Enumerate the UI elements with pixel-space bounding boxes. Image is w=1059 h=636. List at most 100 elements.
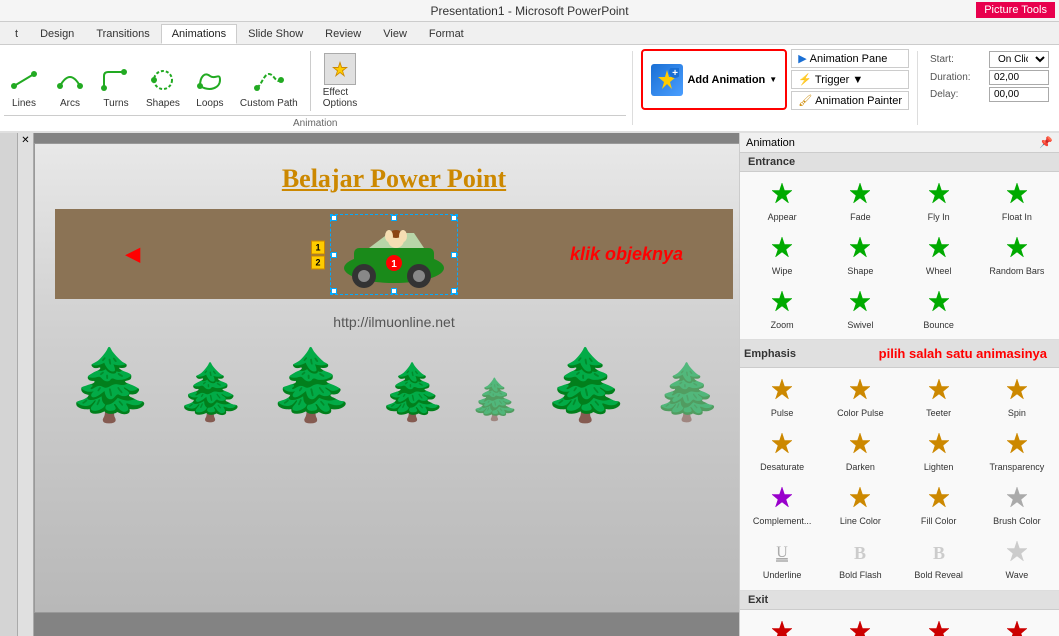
entrance-item-fly-in[interactable]: Fly In [901,176,977,228]
tab-slideshow[interactable]: Slide Show [237,24,314,44]
motion-path-lines[interactable]: Lines [4,62,44,111]
exit-section: Exit Disappear Fade Fly Out Float Out [740,591,1059,636]
animation-pane-button[interactable]: ▶ Animation Pane [791,49,909,68]
emphasis-section: Emphasis pilih salah satu animasinya Pul… [740,340,1059,590]
slide-background: Belajar Power Point ◀ 1 2 [35,144,739,612]
entrance-item-swivel[interactable]: Swivel [822,284,898,336]
exit-item-fly-out[interactable]: Fly Out [901,614,977,636]
emphasis-label-8: Complement... [753,516,812,527]
tab-animations[interactable]: Animations [161,24,237,44]
animation-painter-button[interactable]: 🖌 Animation Painter [791,91,909,110]
tab-review[interactable]: Review [314,24,372,44]
emphasis-star-11 [1004,485,1030,514]
lines-label: Lines [12,98,36,109]
motion-path-shapes[interactable]: Shapes [142,62,184,111]
duration-input[interactable] [989,70,1049,85]
emphasis-item-lighten[interactable]: Lighten [901,426,977,478]
entrance-label-4: Wipe [772,266,793,277]
tab-format[interactable]: Format [418,24,475,44]
picture-tools-tab[interactable]: Picture Tools [976,2,1055,18]
car-selection-box: 1 2 [330,214,458,295]
emphasis-item-pulse[interactable]: Pulse [744,372,820,424]
motion-path-turns[interactable]: Turns [96,62,136,111]
ribbon-divider-1 [310,51,311,111]
emphasis-star-15 [1004,539,1030,568]
emphasis-item-darken[interactable]: Darken [822,426,898,478]
tab-design[interactable]: Design [29,24,85,44]
emphasis-label-10: Fill Color [921,516,957,527]
emphasis-item-transparency[interactable]: Transparency [979,426,1055,478]
entrance-item-zoom[interactable]: Zoom [744,284,820,336]
emphasis-item-brush-color[interactable]: Brush Color [979,480,1055,532]
emphasis-item-line-color[interactable]: Line Color [822,480,898,532]
left-arrow-icon: ◀ [125,242,140,267]
motion-path-loops[interactable]: Loops [190,62,230,111]
side-panel: ✕ [18,133,34,636]
entrance-star-4 [769,235,795,264]
emphasis-label-2: Teeter [926,408,951,419]
tree-4: 🌲 [378,365,446,420]
svg-text:B: B [933,543,945,563]
motion-path-arcs[interactable]: Arcs [50,62,90,111]
entrance-star-3 [1004,181,1030,210]
handle-tr [451,215,457,221]
motion-path-custom[interactable]: Custom Path [236,62,302,111]
emphasis-item-spin[interactable]: Spin [979,372,1055,424]
emphasis-item-bold-reveal[interactable]: B Bold Reveal [901,534,977,586]
car-image: 1 [334,218,454,288]
panel-pin-icon[interactable]: 📌 [1039,136,1053,149]
emphasis-star-13: B [847,539,873,568]
emphasis-label-5: Darken [846,462,875,473]
handle-bm [391,288,397,294]
tab-transitions[interactable]: Transitions [85,24,160,44]
entrance-item-appear[interactable]: Appear [744,176,820,228]
emphasis-item-teeter[interactable]: Teeter [901,372,977,424]
tree-2: 🌲 [177,365,245,420]
entrance-item-wipe[interactable]: Wipe [744,230,820,282]
handle-br [451,288,457,294]
add-animation-chevron: ▼ [769,75,777,84]
entrance-label-8: Zoom [771,320,794,331]
entrance-item-wheel[interactable]: Wheel [901,230,977,282]
delay-input[interactable] [989,87,1049,102]
exit-item-fade[interactable]: Fade [822,614,898,636]
emphasis-item-underline[interactable]: U Underline [744,534,820,586]
trigger-button[interactable]: ⚡ Trigger ▼ [791,70,909,89]
emphasis-item-desaturate[interactable]: Desaturate [744,426,820,478]
emphasis-item-bold-flash[interactable]: B Bold Flash [822,534,898,586]
close-panel-button[interactable]: ✕ [21,135,29,146]
slide-thumbnails [0,133,18,636]
entrance-item-bounce[interactable]: Bounce [901,284,977,336]
handle-mr [451,252,457,258]
entrance-label-3: Float In [1002,212,1032,223]
entrance-item-shape[interactable]: Shape [822,230,898,282]
entrance-label-0: Appear [768,212,797,223]
add-animation-button[interactable]: + Add Animation ▼ [641,49,787,110]
exit-item-disappear[interactable]: Disappear [744,614,820,636]
emphasis-item-wave[interactable]: Wave [979,534,1055,586]
tree-3: 🌲 [268,350,355,420]
slide-container: Belajar Power Point ◀ 1 2 [34,143,739,613]
emphasis-item-complement---[interactable]: Complement... [744,480,820,532]
tab-home[interactable]: t [4,24,29,44]
klik-text: klik objeknya [570,244,683,265]
tree-1: 🌲 [67,350,154,420]
car-object[interactable]: 1 2 [330,214,458,295]
entrance-label-2: Fly In [928,212,950,223]
emphasis-star-1 [847,377,873,406]
handle-ml [331,252,337,258]
exit-star-1 [847,619,873,636]
emphasis-star-9 [847,485,873,514]
start-select[interactable]: On Click [989,51,1049,68]
custom-path-label: Custom Path [240,98,298,109]
entrance-item-fade[interactable]: Fade [822,176,898,228]
animation-panel: Animation 📌 Entrance Appear Fade Fly In … [739,133,1059,636]
effect-options-button[interactable]: EffectOptions [319,51,361,111]
emphasis-item-color-pulse[interactable]: Color Pulse [822,372,898,424]
exit-item-float-out[interactable]: Float Out [979,614,1055,636]
entrance-item-float-in[interactable]: Float In [979,176,1055,228]
entrance-item-random-bars[interactable]: Random Bars [979,230,1055,282]
emphasis-item-fill-color[interactable]: Fill Color [901,480,977,532]
emphasis-star-5 [847,431,873,460]
tab-view[interactable]: View [372,24,418,44]
